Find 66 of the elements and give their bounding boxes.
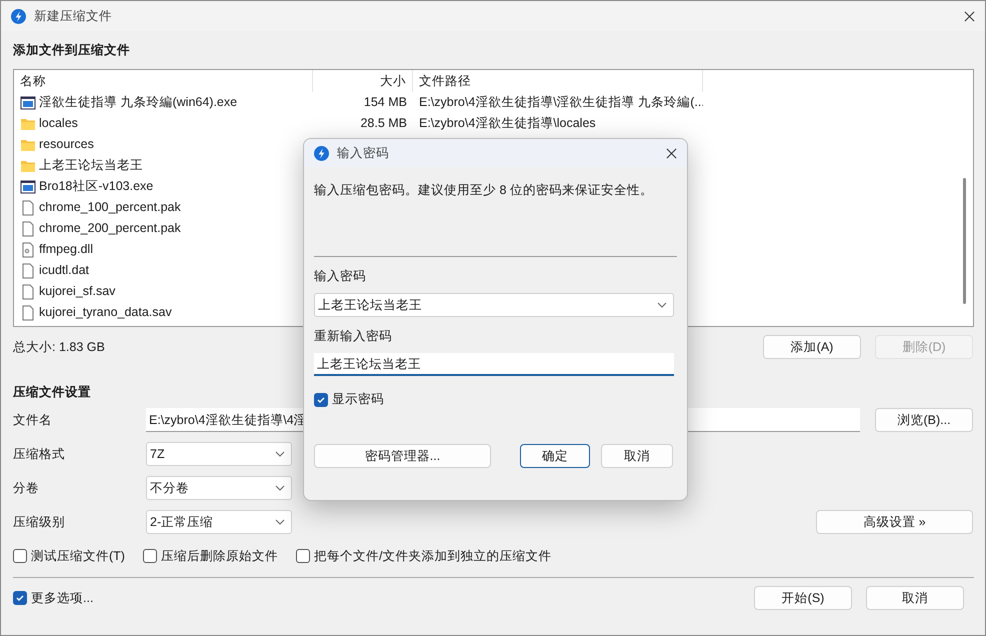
section-heading: 添加文件到压缩文件: [13, 42, 130, 59]
column-header[interactable]: 大小: [313, 70, 413, 92]
dialog-button[interactable]: 取消: [601, 444, 673, 468]
password-field[interactable]: 上老王论坛当老王: [314, 293, 674, 317]
field-label: 压缩格式: [13, 446, 66, 462]
file-size: 28.5 MB: [360, 116, 407, 130]
close-icon[interactable]: [666, 148, 677, 158]
file-name[interactable]: 淫欲生徒指導 九条玲編(win64).exe: [39, 92, 238, 113]
total-size: 总大小: 1.83 GB: [13, 338, 105, 356]
file-name[interactable]: resources: [39, 134, 94, 155]
checkmark-icon: [15, 593, 25, 603]
file-icon: [20, 200, 36, 216]
file-name[interactable]: chrome_200_percent.pak: [39, 218, 181, 239]
program-icon: [20, 178, 36, 194]
field-label: 压缩级别: [13, 514, 66, 530]
show-password-checkbox[interactable]: 显示密码: [314, 391, 677, 408]
chevron-down-icon: [275, 485, 285, 491]
file-name[interactable]: kujorei_sf.sav: [39, 281, 116, 302]
window-title: 新建压缩文件: [34, 8, 112, 24]
file-icon: [20, 304, 36, 320]
option-checkbox[interactable]: 压缩后删除原始文件: [142, 548, 278, 564]
settings-file-icon: [20, 242, 36, 258]
dropdown[interactable]: 7Z: [146, 442, 292, 466]
list-button[interactable]: 添加(A): [763, 335, 861, 359]
file-size: 154 MB: [364, 95, 407, 109]
file-name[interactable]: 上老王论坛当老王: [39, 155, 143, 176]
chevron-down-icon: [657, 302, 667, 308]
field-label: 文件名: [13, 412, 53, 428]
option-checkbox[interactable]: 把每个文件/文件夹添加到独立的压缩文件: [296, 548, 552, 564]
dropdown[interactable]: 不分卷: [146, 476, 292, 500]
dropdown[interactable]: 2-正常压缩: [146, 510, 292, 534]
file-icon: [20, 262, 36, 278]
footer-button[interactable]: 取消: [866, 586, 964, 610]
footer-button[interactable]: 开始(S): [754, 586, 852, 610]
field-label: 输入密码: [314, 268, 367, 285]
dialog-button[interactable]: 密码管理器...: [314, 444, 491, 468]
dialog-description: 输入压缩包密码。建议使用至少 8 位的密码来保证安全性。: [314, 182, 654, 199]
close-icon[interactable]: [964, 10, 975, 22]
file-icon: [20, 284, 36, 300]
chevron-down-icon: [275, 451, 285, 457]
file-name[interactable]: chrome_100_percent.pak: [39, 197, 181, 218]
file-icon: [20, 220, 36, 236]
file-name[interactable]: Bro18社区-v103.exe: [39, 176, 154, 197]
file-name[interactable]: icudtl.dat: [39, 260, 90, 281]
column-header[interactable]: 名称: [14, 70, 313, 92]
dialog-button[interactable]: 确定: [520, 444, 590, 468]
option-checkbox[interactable]: 测试压缩文件(T): [13, 548, 125, 564]
app-logo-icon: [11, 8, 26, 24]
confirm-password-field[interactable]: 上老王论坛当老王: [314, 353, 674, 376]
file-path: E:\zybro\4淫欲生徒指導\locales: [419, 116, 596, 130]
advanced-settings-button[interactable]: 高级设置 »: [816, 510, 973, 534]
field-label: 分卷: [13, 480, 40, 496]
section-heading: 压缩文件设置: [13, 384, 91, 401]
file-name[interactable]: locales: [39, 113, 78, 134]
app-logo-icon: [314, 146, 329, 160]
program-icon: [20, 94, 36, 110]
column-header[interactable]: 文件路径: [413, 70, 703, 92]
browse-button[interactable]: 浏览(B)...: [875, 408, 973, 432]
file-name[interactable]: ffmpeg.dll: [39, 239, 93, 260]
file-name[interactable]: kujorei_tyrano_data.sav: [39, 302, 172, 323]
checkmark-icon: [316, 394, 326, 404]
more-options-checkbox[interactable]: 更多选项...: [13, 590, 94, 606]
field-label: 重新输入密码: [314, 328, 393, 345]
chevron-down-icon: [275, 519, 285, 525]
dialog-title: 输入密码: [337, 144, 389, 162]
scrollbar-thumb[interactable]: [963, 178, 966, 304]
